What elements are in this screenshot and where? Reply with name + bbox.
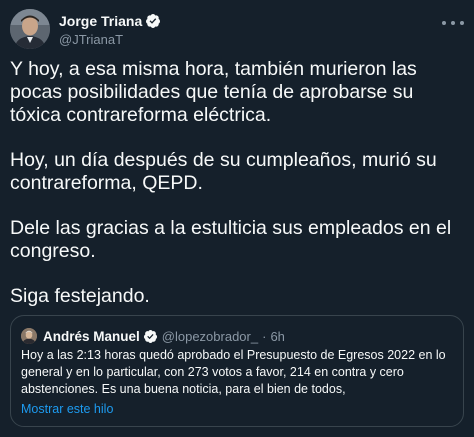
tweet-text: Y hoy, a esa misma hora, también muriero… — [10, 58, 466, 330]
tweet-paragraph: Y hoy, a esa misma hora, también muriero… — [10, 58, 417, 126]
quoted-display-name: Andrés Manuel — [43, 328, 140, 344]
quoted-separator: · — [262, 328, 267, 344]
tweet-header: Jorge Triana @JTrianaT — [10, 9, 464, 51]
show-thread-link[interactable]: Mostrar este hilo — [21, 402, 113, 416]
quoted-timestamp: 6h — [270, 328, 285, 344]
avatar[interactable] — [10, 9, 50, 49]
more-options-icon[interactable] — [442, 15, 464, 31]
quoted-avatar — [21, 328, 37, 344]
quoted-tweet-header: Andrés Manuel @lopezobrador_ · 6h — [21, 327, 285, 345]
author-names: Jorge Triana @JTrianaT — [59, 12, 161, 47]
quoted-tweet-text: Hoy a las 2:13 horas quedó aprobado el P… — [21, 348, 446, 396]
more-dot — [451, 21, 455, 25]
quoted-tweet[interactable]: Andrés Manuel @lopezobrador_ · 6h Hoy a … — [10, 315, 464, 427]
tweet: Jorge Triana @JTrianaT Y hoy, a esa mism… — [0, 0, 474, 437]
more-dot — [460, 21, 464, 25]
verified-badge-icon — [146, 14, 161, 28]
quoted-handle: @lopezobrador_ — [161, 328, 259, 344]
tweet-paragraph: Siga festejando. — [10, 285, 150, 307]
display-name-row: Jorge Triana — [59, 12, 161, 30]
quoted-avatar-image — [21, 328, 37, 344]
tweet-paragraph: Dele las gracias a la estulticia sus emp… — [10, 217, 452, 262]
tweet-paragraph: Hoy, un día después de su cumpleaños, mu… — [10, 149, 437, 194]
avatar-image — [10, 9, 50, 49]
verified-badge-icon — [143, 329, 157, 343]
author-handle[interactable]: @JTrianaT — [59, 32, 161, 47]
author-display-name[interactable]: Jorge Triana — [59, 13, 142, 29]
more-dot — [442, 21, 446, 25]
